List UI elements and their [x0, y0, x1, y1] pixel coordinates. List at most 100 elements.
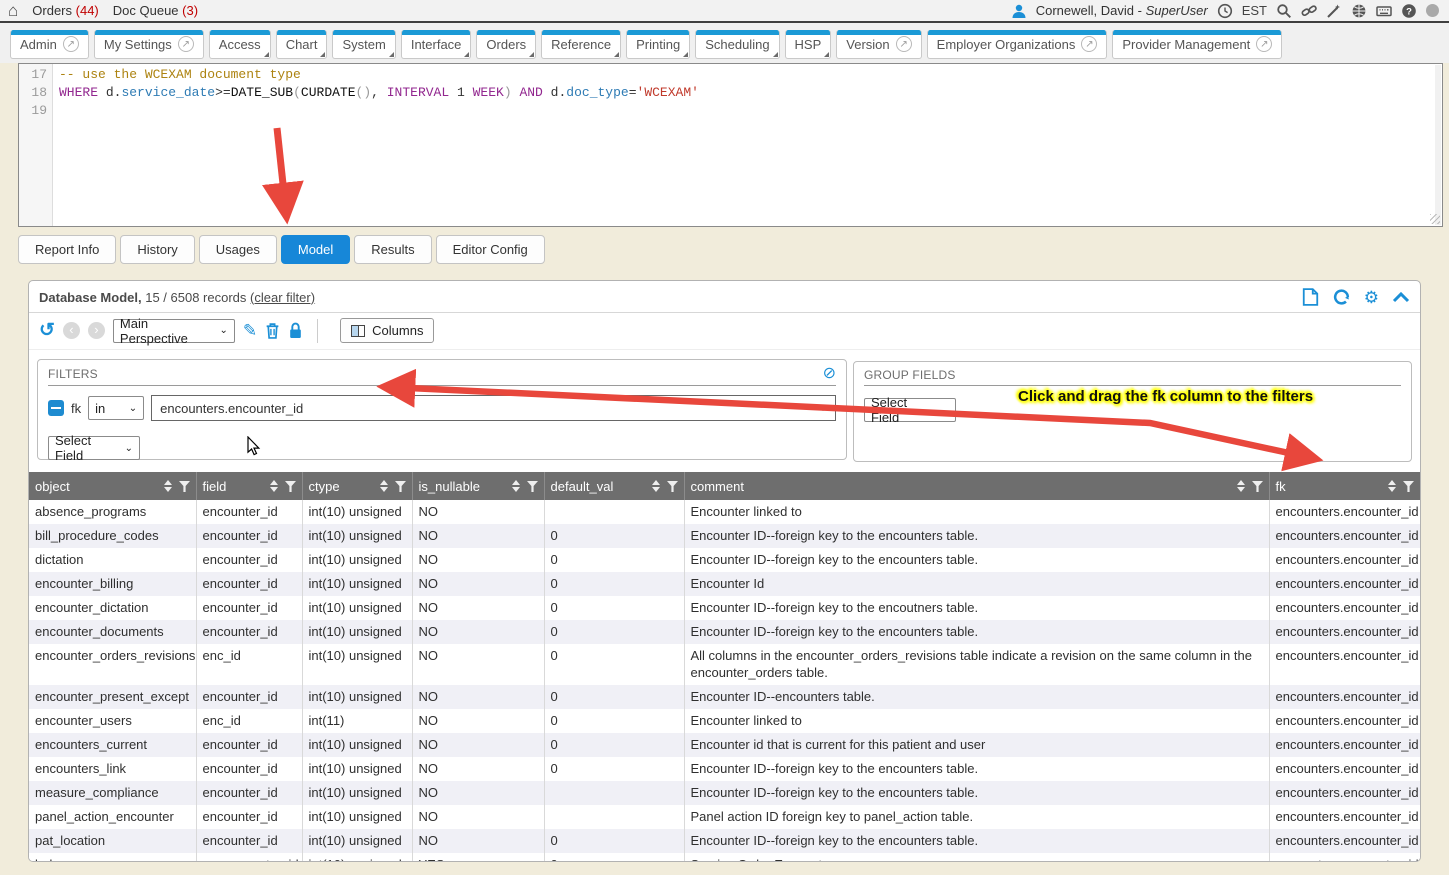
tab-menu-corner-icon: [529, 52, 534, 57]
home-icon[interactable]: ⌂: [8, 2, 18, 19]
filter-funnel-icon[interactable]: [1252, 481, 1263, 492]
table-row[interactable]: encounter_documentsencounter_idint(10) u…: [29, 620, 1420, 644]
sql-editor[interactable]: 171819 -- use the WCEXAM document typeWH…: [18, 63, 1443, 227]
table-row[interactable]: encounter_billingencounter_idint(10) uns…: [29, 572, 1420, 596]
next-perspective-icon[interactable]: ›: [88, 322, 105, 339]
sort-icon[interactable]: [1388, 480, 1396, 492]
table-row[interactable]: encounter_present_exceptencounter_idint(…: [29, 685, 1420, 709]
nav-tab-scheduling[interactable]: Scheduling: [695, 30, 779, 59]
sort-icon[interactable]: [380, 480, 388, 492]
lock-icon[interactable]: [288, 322, 303, 339]
cell-default_val: 0: [544, 829, 684, 853]
table-row[interactable]: encounters_linkencounter_idint(10) unsig…: [29, 757, 1420, 781]
cell-field: encounter_id: [196, 781, 302, 805]
gear-icon[interactable]: ⚙: [1364, 289, 1379, 306]
table-row[interactable]: bill_procedure_codesencounter_idint(10) …: [29, 524, 1420, 548]
column-header-comment[interactable]: comment: [684, 472, 1269, 500]
tab-model[interactable]: Model: [281, 235, 350, 264]
filter-funnel-icon[interactable]: [179, 481, 190, 492]
globe-icon[interactable]: [1351, 3, 1367, 19]
column-header-ctype[interactable]: ctype: [302, 472, 412, 500]
sort-icon[interactable]: [1237, 480, 1245, 492]
topbar-link-doc-queue[interactable]: Doc Queue (3): [113, 3, 198, 18]
add-filter-field-select[interactable]: Select Field⌄: [48, 436, 140, 460]
nav-tab-orders[interactable]: Orders: [476, 30, 536, 59]
table-row[interactable]: ledgerso_encounter_idint(10) unsignedYES…: [29, 853, 1420, 862]
nav-tab-version[interactable]: Version ↗: [836, 30, 921, 59]
columns-button[interactable]: Columns: [340, 318, 434, 343]
clear-filter-icon[interactable]: ⊘: [823, 366, 836, 382]
nav-tab-my-settings[interactable]: My Settings ↗: [94, 30, 204, 59]
sql-code[interactable]: -- use the WCEXAM document typeWHERE d.s…: [53, 64, 1442, 226]
editor-scrollbar[interactable]: [1435, 65, 1441, 225]
new-document-icon[interactable]: [1302, 288, 1319, 306]
keyboard-icon[interactable]: [1376, 3, 1392, 19]
nav-tab-chart[interactable]: Chart: [276, 30, 328, 59]
tab-history[interactable]: History: [120, 235, 194, 264]
prev-perspective-icon[interactable]: ‹: [63, 322, 80, 339]
nav-tab-employer-organizations[interactable]: Employer Organizations ↗: [927, 30, 1108, 59]
resize-grip-icon[interactable]: [1430, 214, 1440, 224]
nav-tab-reference[interactable]: Reference: [541, 30, 621, 59]
nav-tab-printing[interactable]: Printing: [626, 30, 690, 59]
nav-tab-hsp[interactable]: HSP: [785, 30, 832, 59]
link-icon[interactable]: [1301, 3, 1317, 19]
filter-funnel-icon[interactable]: [285, 481, 296, 492]
column-header-fk[interactable]: fk: [1269, 472, 1420, 500]
table-row[interactable]: measure_complianceencounter_idint(10) un…: [29, 781, 1420, 805]
nav-tab-system[interactable]: System: [332, 30, 395, 59]
table-row[interactable]: pat_locationencounter_idint(10) unsigned…: [29, 829, 1420, 853]
sort-icon[interactable]: [270, 480, 278, 492]
collapse-icon[interactable]: [1392, 291, 1410, 303]
search-icon[interactable]: [1276, 3, 1292, 19]
cell-default_val: 0: [544, 620, 684, 644]
filter-funnel-icon[interactable]: [527, 481, 538, 492]
table-row[interactable]: panel_action_encounterencounter_idint(10…: [29, 805, 1420, 829]
undo-icon[interactable]: ↺: [39, 321, 55, 340]
group-field-select[interactable]: Select Field⌄: [864, 398, 956, 422]
table-row[interactable]: encounters_currentencounter_idint(10) un…: [29, 733, 1420, 757]
topbar-link-orders[interactable]: Orders (44): [32, 3, 98, 18]
remove-filter-button[interactable]: [48, 400, 64, 416]
clear-filter-link[interactable]: (clear filter): [250, 290, 315, 305]
sort-icon[interactable]: [652, 480, 660, 492]
nav-tab-provider-management[interactable]: Provider Management ↗: [1112, 30, 1282, 59]
wand-icon[interactable]: [1326, 3, 1342, 19]
refresh-icon[interactable]: [1332, 288, 1351, 306]
tab-report-info[interactable]: Report Info: [18, 235, 116, 264]
help-icon[interactable]: ?: [1401, 3, 1417, 19]
nav-tab-access[interactable]: Access: [209, 30, 271, 59]
cell-comment: Service Order Encounter: [684, 853, 1269, 862]
table-row[interactable]: absence_programsencounter_idint(10) unsi…: [29, 500, 1420, 524]
cell-comment: Encounter ID--foreign key to the encount…: [684, 620, 1269, 644]
cell-default_val: 0: [544, 709, 684, 733]
tab-usages[interactable]: Usages: [199, 235, 277, 264]
nav-tab-interface[interactable]: Interface: [401, 30, 472, 59]
edit-icon[interactable]: ✎: [243, 321, 257, 341]
sort-icon[interactable]: [512, 480, 520, 492]
filter-value-input[interactable]: encounters.encounter_id: [151, 395, 836, 421]
table-row[interactable]: encounter_usersenc_idint(11)NO0Encounter…: [29, 709, 1420, 733]
delete-icon[interactable]: [265, 322, 280, 339]
filter-operator-select[interactable]: in⌄: [88, 396, 144, 420]
table-row[interactable]: encounter_dictationencounter_idint(10) u…: [29, 596, 1420, 620]
cell-object: pat_location: [29, 829, 196, 853]
filter-funnel-icon[interactable]: [667, 481, 678, 492]
sort-icon[interactable]: [164, 480, 172, 492]
clock-icon[interactable]: [1217, 3, 1233, 19]
dropdown-arrow-icon[interactable]: [819, 406, 827, 411]
column-header-object[interactable]: object: [29, 472, 196, 500]
table-row[interactable]: encounter_orders_revisionsenc_idint(10) …: [29, 644, 1420, 685]
tab-editor-config[interactable]: Editor Config: [436, 235, 545, 264]
filter-funnel-icon[interactable]: [1403, 481, 1414, 492]
column-header-default_val[interactable]: default_val: [544, 472, 684, 500]
user-name[interactable]: Cornewell, David - SuperUser: [1036, 3, 1208, 18]
table-row[interactable]: dictationencounter_idint(10) unsignedNO0…: [29, 548, 1420, 572]
filter-funnel-icon[interactable]: [395, 481, 406, 492]
nav-tab-label: Orders: [486, 37, 526, 52]
column-header-is_nullable[interactable]: is_nullable: [412, 472, 544, 500]
perspective-select[interactable]: Main Perspective⌄: [113, 319, 235, 343]
tab-results[interactable]: Results: [354, 235, 431, 264]
column-header-field[interactable]: field: [196, 472, 302, 500]
nav-tab-admin[interactable]: Admin ↗: [10, 30, 89, 59]
